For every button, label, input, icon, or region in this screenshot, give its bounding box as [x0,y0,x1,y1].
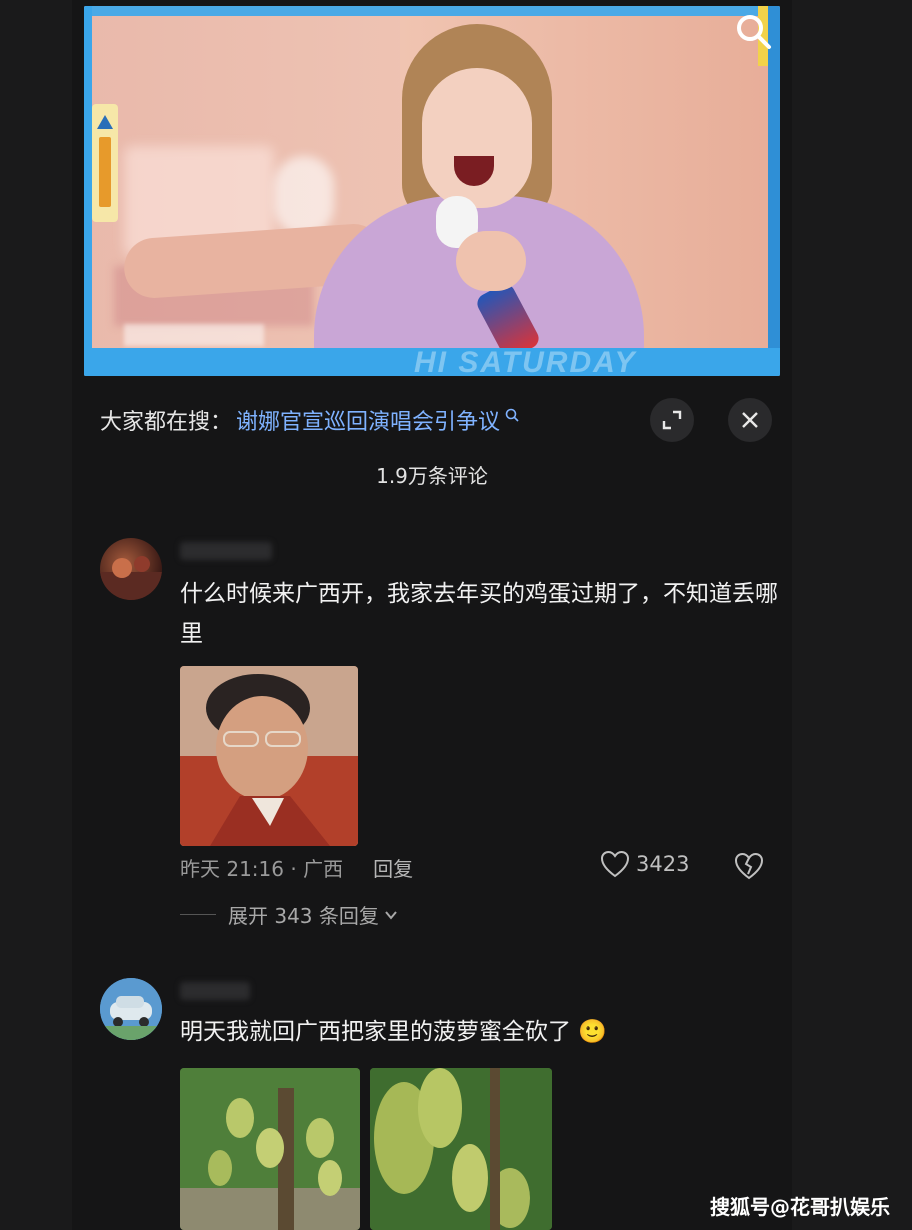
app-screen: HI SATURDAY 大家都在搜： 谢娜官宣巡回演唱会引争议 1.9万条评论 [72,0,792,1230]
search-icon [505,408,519,422]
video-search-button[interactable] [732,10,776,54]
emoji: 🙂 [578,1019,607,1045]
source-watermark: 搜狐号@花哥扒娱乐 [710,1195,890,1219]
expand-button[interactable] [650,398,694,442]
search-suggestion[interactable]: 大家都在搜： 谢娜官宣巡回演唱会引争议 [100,398,660,442]
video-player[interactable]: HI SATURDAY [84,6,780,376]
username[interactable] [180,542,272,560]
outer-margin-left [0,0,72,1230]
jackfruit-closeup-image [370,1068,552,1230]
show-logo-icon [97,115,113,207]
comment-meta: 昨天 21:16 · 广西 回复 [180,852,413,882]
close-icon [742,412,758,428]
search-suggestion-query[interactable]: 谢娜官宣巡回演唱会引争议 [236,404,500,436]
meme-image [180,666,358,846]
search-suggestion-prefix: 大家都在搜： [100,410,233,435]
chevron-down-icon [385,910,397,920]
comment-text: 什么时候来广西开，我家去年买的鸡蛋过期了，不知道丢哪里 [180,581,778,647]
avatar-image [100,556,162,600]
heart-icon [600,850,630,878]
avatar[interactable] [100,978,162,1040]
video-frame-top [84,6,780,16]
video-frame-right [768,6,780,376]
comment-image[interactable] [180,666,358,846]
comment-text: 明天我就回广西把家里的菠萝蜜全砍了 🙂 [180,1012,780,1052]
singer-hand [456,231,526,291]
show-logo-badge [92,104,118,222]
video-caption [124,324,264,346]
divider-line [180,914,216,915]
comment-timestamp: 昨天 21:16 · 广西 [180,856,344,881]
broken-heart-icon [734,852,764,880]
dislike-button[interactable] [734,852,764,880]
close-button[interactable] [728,398,772,442]
video-overlay-text: HI SATURDAY [414,346,637,376]
comment-text-body: 明天我就回广西把家里的菠萝蜜全砍了 [180,1019,571,1045]
avatar[interactable] [100,538,162,600]
expand-replies-button[interactable]: 展开 343 条回复 [180,900,399,929]
comment-image[interactable] [180,1068,360,1230]
video-frame-left [84,6,92,376]
expand-icon [662,410,682,430]
username[interactable] [180,982,250,1000]
lamp [274,156,334,236]
like-count: 3423 [636,852,690,876]
search-icon [737,15,771,49]
like-button[interactable]: 3423 [600,850,689,878]
jackfruit-tree-image [180,1068,360,1230]
singer-face [422,68,532,208]
outer-margin-right [792,0,912,1230]
expand-replies-label: 展开 343 条回复 [228,904,379,928]
comment-image[interactable] [370,1068,552,1230]
reply-button[interactable]: 回复 [373,853,413,882]
comment-count: 1.9万条评论 [376,464,488,488]
avatar-image [100,978,162,1040]
